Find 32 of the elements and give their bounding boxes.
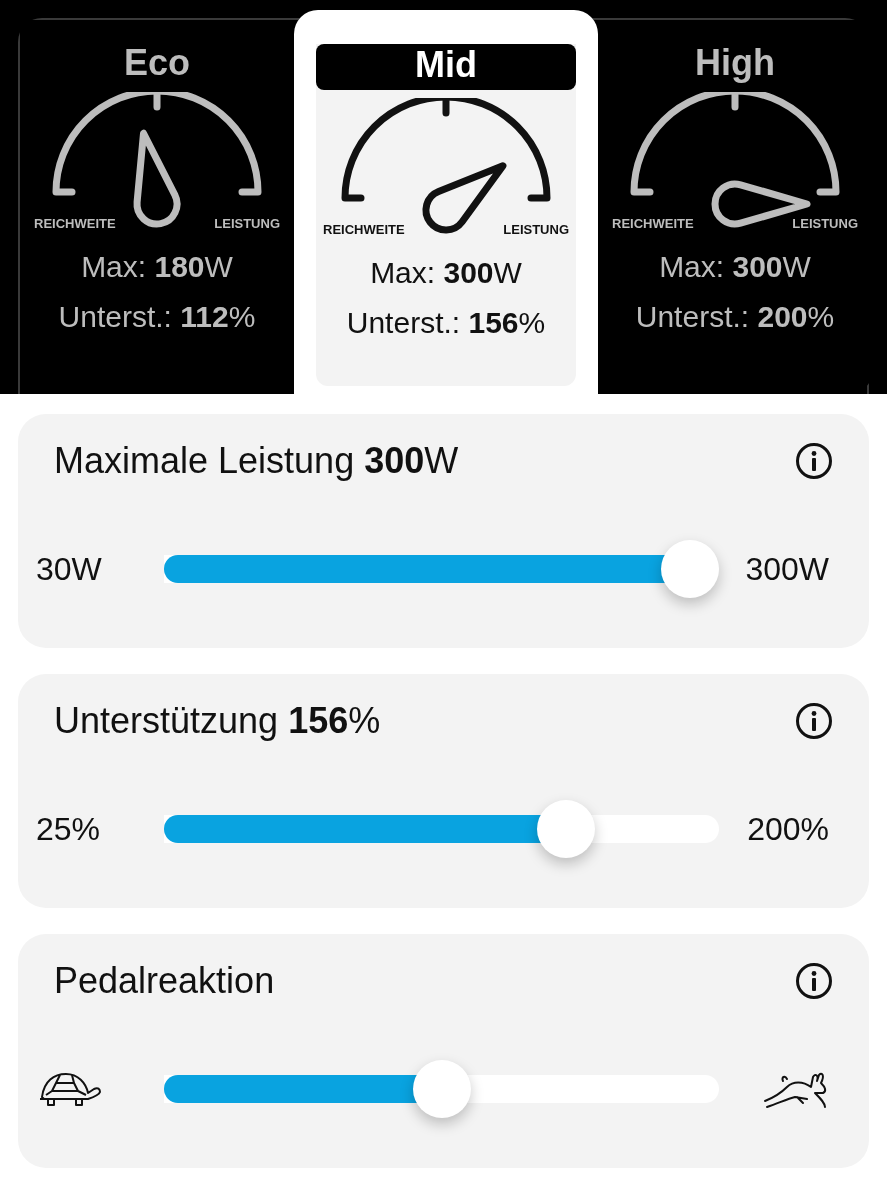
mode-title: Mid: [316, 44, 576, 90]
info-icon[interactable]: [795, 962, 833, 1000]
slider-thumb[interactable]: [412, 1060, 471, 1118]
max-power-text: Max: 300W: [370, 256, 522, 290]
min-label: 30W: [36, 550, 103, 588]
mode-card[interactable]: Mid REICHWEITE LEISTUNG Max: 300W Unterst.: 156%: [316, 44, 576, 386]
slider-thumb[interactable]: [661, 540, 719, 598]
support-text: Unterst.: 200%: [635, 300, 835, 334]
range-label: REICHWEITE: [612, 216, 694, 231]
max-power-text: Max: 300W: [659, 250, 811, 284]
support-text: Unterst.: 112%: [58, 300, 256, 334]
info-icon[interactable]: [795, 702, 833, 740]
mode-title: High: [694, 42, 776, 84]
setting-title: Maximale Leistung 300W: [54, 440, 459, 482]
range-label: REICHWEITE: [323, 222, 405, 237]
max-power-text: Max: 180W: [81, 250, 233, 284]
power-label: LEISTUNG: [792, 216, 858, 231]
max-label: 200%: [746, 810, 829, 848]
mode-tab[interactable]: Mid REICHWEITE LEISTUNG Max: 300W Unterst.: 156%: [294, 10, 598, 394]
power-label: LEISTUNG: [214, 216, 280, 231]
slider-thumb[interactable]: [536, 800, 595, 858]
mode-title: Eco: [123, 42, 191, 84]
info-icon[interactable]: [795, 442, 833, 480]
mode-card[interactable]: High REICHWEITE LEISTUNG Max: 300W Unterst.: 200%: [598, 42, 872, 394]
support-text: Unterst.: 156%: [346, 306, 546, 340]
setting-title: Pedalreaktion: [54, 960, 275, 1002]
range-label: REICHWEITE: [34, 216, 116, 231]
mode-card[interactable]: Eco REICHWEITE LEISTUNG Max: 180W Unterst.: 112%: [20, 42, 294, 394]
setting-title: Unterstützung 156%: [54, 700, 381, 742]
power-label: LEISTUNG: [503, 222, 569, 237]
max-label: 300W: [744, 550, 829, 588]
min-label: 25%: [36, 810, 102, 848]
